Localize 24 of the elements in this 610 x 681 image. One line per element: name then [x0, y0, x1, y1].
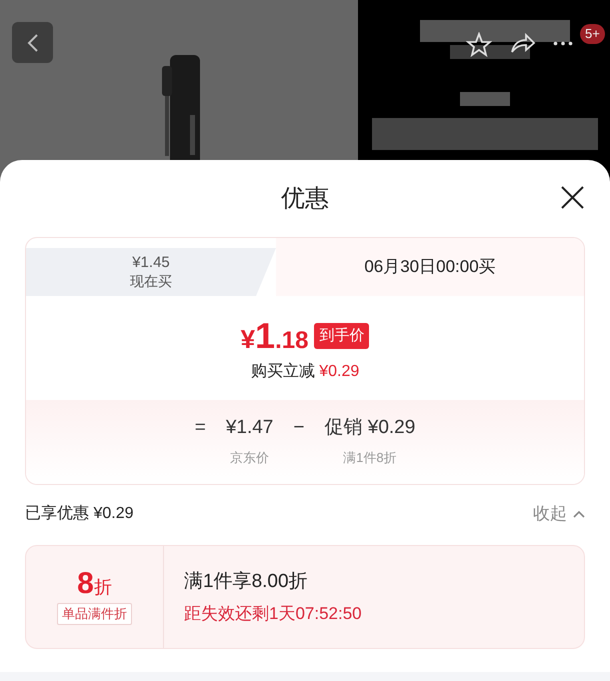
price-caption: 京东价: [230, 449, 270, 467]
price-caption: 满1件8折: [343, 449, 397, 467]
final-price-tag: 到手价: [314, 322, 370, 350]
enjoyed-discount: 已享优惠 ¥0.29: [25, 504, 134, 524]
discount-value: 8折: [77, 569, 112, 600]
minus-sign: −: [293, 416, 304, 440]
back-icon: [26, 32, 38, 52]
share-icon[interactable]: [510, 32, 536, 54]
collapse-button[interactable]: 收起: [533, 501, 585, 527]
back-button[interactable]: [12, 22, 53, 63]
equals-sign: =: [194, 416, 206, 440]
more-icon[interactable]: [553, 41, 573, 46]
star-icon[interactable]: [466, 32, 492, 57]
final-price: ¥1.18: [240, 318, 308, 354]
buy-time-tab[interactable]: 06月30日00:00买: [276, 238, 584, 296]
coupon-countdown: 距失效还剩1天07:52:50: [184, 602, 362, 624]
coupon-type-tag: 单品满件折: [57, 603, 132, 625]
coupon-title: 满1件享8.00折: [184, 570, 309, 594]
instant-discount: 购买立减 ¥0.29: [250, 362, 360, 382]
sheet-title: 优惠: [281, 184, 329, 214]
price-term: 促销 ¥0.29: [324, 416, 416, 440]
close-icon[interactable]: [561, 186, 584, 209]
buy-time-tab[interactable]: ¥1.45 现在买: [26, 248, 276, 296]
price-term: ¥1.47: [226, 416, 274, 440]
